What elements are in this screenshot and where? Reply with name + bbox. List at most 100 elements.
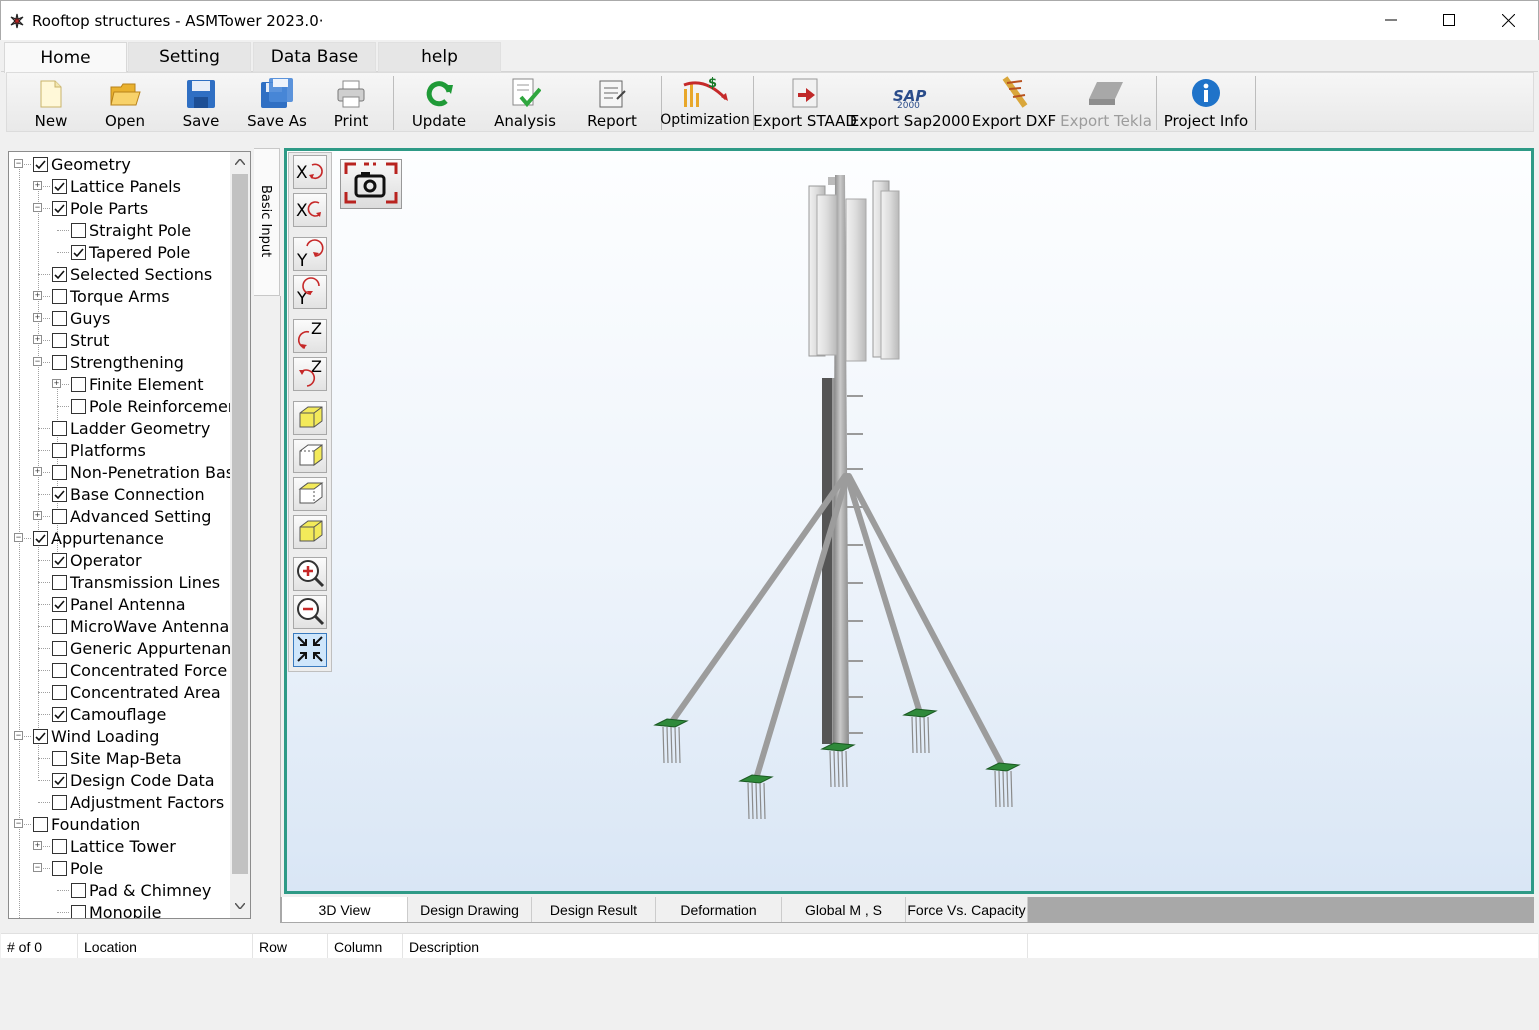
view-top-button[interactable] bbox=[293, 477, 327, 511]
tree-checkbox[interactable] bbox=[52, 442, 67, 458]
tree-checkbox[interactable] bbox=[33, 156, 48, 172]
tab-force-vs-capacity[interactable]: Force Vs. Capacity bbox=[906, 897, 1028, 922]
tree-item-concentrated-force[interactable]: Concentrated Force bbox=[52, 659, 227, 681]
tab-setting[interactable]: Setting bbox=[128, 42, 251, 72]
column-header-location[interactable]: Location bbox=[78, 934, 253, 959]
print-button[interactable]: Print bbox=[333, 73, 369, 131]
tree-checkbox[interactable] bbox=[52, 178, 67, 194]
tree-item-geometry[interactable]: Geometry bbox=[33, 153, 131, 175]
tree-item-non-penetration-base[interactable]: Non-Penetration Base bbox=[52, 461, 244, 483]
tree-checkbox[interactable] bbox=[52, 772, 67, 788]
tree-checkbox[interactable] bbox=[52, 332, 67, 348]
tree-checkbox[interactable] bbox=[71, 244, 86, 260]
tab-3d-view[interactable]: 3D View bbox=[282, 897, 408, 922]
project-info-button[interactable]: Project Info bbox=[1163, 73, 1249, 131]
tree-checkbox[interactable] bbox=[33, 530, 48, 546]
tree-item-base-connection[interactable]: Base Connection bbox=[52, 483, 205, 505]
tree-checkbox[interactable] bbox=[52, 420, 67, 436]
tab-help[interactable]: help bbox=[378, 42, 501, 72]
tree-item-lattice-tower[interactable]: Lattice Tower bbox=[52, 835, 176, 857]
tab-data-base[interactable]: Data Base bbox=[253, 42, 376, 72]
tree-item-strengthening[interactable]: Strengthening bbox=[52, 351, 184, 373]
expand-icon[interactable]: + bbox=[33, 291, 42, 300]
tree-checkbox[interactable] bbox=[52, 596, 67, 612]
tree-checkbox[interactable] bbox=[52, 464, 67, 480]
tree-checkbox[interactable] bbox=[71, 882, 86, 898]
expand-icon[interactable]: + bbox=[33, 181, 42, 190]
tree-checkbox[interactable] bbox=[52, 310, 67, 326]
optimization-button[interactable]: $ Optimization bbox=[660, 73, 750, 131]
tree-item-lattice-panels[interactable]: Lattice Panels bbox=[52, 175, 181, 197]
tab-basic-input[interactable]: Basic Input bbox=[254, 148, 280, 296]
save-as-button[interactable]: Save As bbox=[247, 73, 307, 131]
collapse-icon[interactable]: − bbox=[14, 159, 23, 168]
expand-icon[interactable]: + bbox=[33, 841, 42, 850]
tree-item-monopile[interactable]: Monopile bbox=[71, 901, 161, 918]
new-button[interactable]: New bbox=[33, 73, 69, 131]
update-button[interactable]: Update bbox=[411, 73, 467, 131]
tree-item-strut[interactable]: Strut bbox=[52, 329, 109, 351]
rotate-x-positive-button[interactable]: X bbox=[293, 155, 327, 189]
open-button[interactable]: Open bbox=[105, 73, 145, 131]
tree-checkbox[interactable] bbox=[33, 728, 48, 744]
column-header-row[interactable]: Row bbox=[253, 934, 328, 959]
collapse-icon[interactable]: − bbox=[33, 203, 42, 212]
tree-checkbox[interactable] bbox=[52, 552, 67, 568]
scroll-up-arrow-icon[interactable] bbox=[230, 152, 250, 172]
tree-item-advanced-setting[interactable]: Advanced Setting bbox=[52, 505, 211, 527]
tree-checkbox[interactable] bbox=[52, 662, 67, 678]
tree-checkbox[interactable] bbox=[33, 816, 48, 832]
tree-checkbox[interactable] bbox=[52, 794, 67, 810]
collapse-icon[interactable]: − bbox=[33, 863, 42, 872]
rotate-y-positive-button[interactable]: Y bbox=[293, 237, 327, 271]
zoom-extents-button[interactable] bbox=[293, 633, 327, 667]
export-tekla-button[interactable]: Export Tekla bbox=[1060, 73, 1152, 131]
tree-item-ladder-geometry[interactable]: Ladder Geometry bbox=[52, 417, 210, 439]
tab-deformation[interactable]: Deformation bbox=[656, 897, 782, 922]
rotate-z-positive-button[interactable]: Z bbox=[293, 319, 327, 353]
tree-item-tapered-pole[interactable]: Tapered Pole bbox=[71, 241, 190, 263]
3d-viewport[interactable] bbox=[284, 148, 1534, 894]
save-button[interactable]: Save bbox=[183, 73, 219, 131]
zoom-out-button[interactable] bbox=[293, 595, 327, 629]
tree-item-selected-sections[interactable]: Selected Sections bbox=[52, 263, 212, 285]
expand-icon[interactable]: + bbox=[52, 379, 61, 388]
tree-checkbox[interactable] bbox=[52, 266, 67, 282]
tree-item-camouflage[interactable]: Camouflage bbox=[52, 703, 166, 725]
export-sap2000-button[interactable]: SAP 2000 Export Sap2000 bbox=[850, 73, 970, 131]
maximize-button[interactable] bbox=[1420, 1, 1478, 39]
tree-item-pole-reinforcement[interactable]: Pole Reinforcement bbox=[71, 395, 244, 417]
scroll-down-arrow-icon[interactable] bbox=[230, 896, 250, 916]
minimize-button[interactable] bbox=[1362, 1, 1420, 39]
tree-item-transmission-lines[interactable]: Transmission Lines bbox=[52, 571, 220, 593]
tree-checkbox[interactable] bbox=[71, 904, 86, 918]
tree-checkbox[interactable] bbox=[71, 398, 86, 414]
tab-design-drawing[interactable]: Design Drawing bbox=[408, 897, 532, 922]
export-dxf-button[interactable]: Export DXF bbox=[972, 73, 1056, 131]
collapse-icon[interactable]: − bbox=[14, 819, 23, 828]
expand-icon[interactable]: + bbox=[33, 467, 42, 476]
tree-checkbox[interactable] bbox=[71, 376, 86, 392]
tree-checkbox[interactable] bbox=[52, 508, 67, 524]
collapse-icon[interactable]: − bbox=[14, 533, 23, 542]
tree-checkbox[interactable] bbox=[71, 222, 86, 238]
tree-item-microwave-antenna[interactable]: MicroWave Antenna bbox=[52, 615, 229, 637]
expand-icon[interactable]: + bbox=[33, 335, 42, 344]
collapse-icon[interactable]: − bbox=[14, 731, 23, 740]
scroll-thumb[interactable] bbox=[232, 174, 248, 874]
tree-item-operator[interactable]: Operator bbox=[52, 549, 142, 571]
tree-checkbox[interactable] bbox=[52, 354, 67, 370]
tree-checkbox[interactable] bbox=[52, 574, 67, 590]
view-front-button[interactable] bbox=[293, 401, 327, 435]
tree-item-pad-chimney[interactable]: Pad & Chimney bbox=[71, 879, 211, 901]
tree-checkbox[interactable] bbox=[52, 838, 67, 854]
tree-checkbox[interactable] bbox=[52, 618, 67, 634]
tree-checkbox[interactable] bbox=[52, 706, 67, 722]
tree-checkbox[interactable] bbox=[52, 684, 67, 700]
tree-checkbox[interactable] bbox=[52, 288, 67, 304]
tree-item-torque-arms[interactable]: Torque Arms bbox=[52, 285, 170, 307]
tree-item-concentrated-area[interactable]: Concentrated Area bbox=[52, 681, 221, 703]
tree-item-platforms[interactable]: Platforms bbox=[52, 439, 146, 461]
rotate-z-negative-button[interactable]: Z bbox=[293, 357, 327, 391]
collapse-icon[interactable]: − bbox=[33, 357, 42, 366]
